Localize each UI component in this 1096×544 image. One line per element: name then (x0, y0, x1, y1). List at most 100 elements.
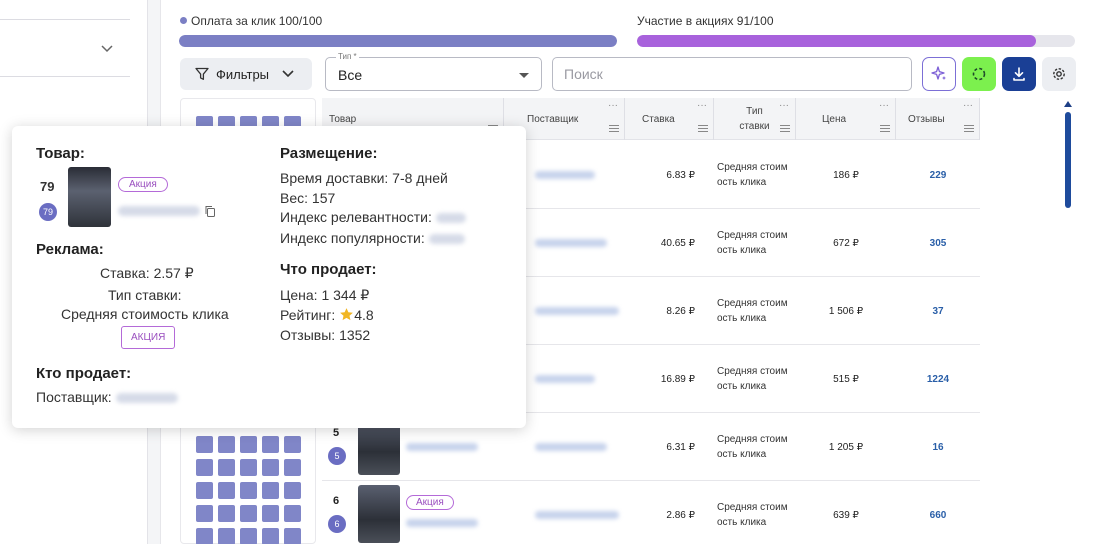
ai-button[interactable] (922, 57, 956, 91)
supplier-row: Поставщик: (36, 389, 178, 405)
relevance-row: Индекс релевантности: (280, 209, 466, 225)
more-icon[interactable]: ··· (608, 100, 618, 111)
col-bid[interactable]: Ставка ··· (625, 98, 714, 140)
col-bid-type-label: Тип ставки (739, 106, 770, 132)
bid-type-cell: Средняя стоим ость клика (717, 230, 788, 256)
grid-tile[interactable] (262, 482, 279, 499)
grid-tile[interactable] (196, 459, 213, 476)
bid-cell: 6.31 ₽ (666, 441, 695, 453)
reviews-link[interactable]: 305 (896, 209, 980, 277)
more-icon[interactable]: ··· (963, 100, 973, 111)
cpc-progress-bar (179, 35, 617, 47)
grid-tile[interactable] (240, 528, 257, 544)
grid-tile[interactable] (284, 505, 301, 522)
price-cell: 639 ₽ (833, 509, 859, 521)
grid-tile[interactable] (262, 436, 279, 453)
supplier-cell[interactable] (527, 209, 625, 277)
grid-tile[interactable] (240, 505, 257, 522)
grid-tile[interactable] (218, 482, 235, 499)
sidebar-divider (0, 19, 130, 20)
grid-tile[interactable] (196, 528, 213, 544)
grid-tile[interactable] (284, 528, 301, 544)
cpc-progress-fill (179, 35, 617, 47)
column-menu-icon[interactable] (609, 125, 619, 134)
supplier-cell[interactable] (527, 481, 625, 544)
reviews-link[interactable]: 229 (896, 141, 980, 209)
product-thumbnail[interactable] (358, 485, 400, 543)
grid-tile[interactable] (284, 459, 301, 476)
reviews-link[interactable]: 660 (896, 481, 980, 544)
column-menu-icon[interactable] (964, 125, 974, 134)
grid-tile[interactable] (196, 482, 213, 499)
chevron-down-icon[interactable] (100, 44, 114, 54)
rating-label: Рейтинг: (280, 307, 336, 323)
grid-tile[interactable] (218, 459, 235, 476)
price-cell: 186 ₽ (833, 169, 859, 181)
supplier-blurred (535, 511, 619, 519)
reviews-link[interactable]: 1224 (896, 345, 980, 413)
position-badge: 79 (39, 203, 57, 221)
col-bid-label: Ставка (642, 113, 675, 125)
grid-tile[interactable] (284, 436, 301, 453)
grid-tile[interactable] (196, 505, 213, 522)
grid-tile[interactable] (218, 528, 235, 544)
bid-type-cell: Средняя стоим ость клика (717, 366, 788, 392)
rating-row: Рейтинг: 4.8 (280, 307, 374, 323)
grid-tile[interactable] (262, 505, 279, 522)
filters-button[interactable]: Фильтры (180, 58, 312, 90)
settings-button[interactable] (1042, 57, 1076, 91)
supplier-cell[interactable] (527, 277, 625, 345)
popularity-row: Индекс популярности: (280, 230, 465, 246)
promo-progress-fill (637, 35, 1036, 47)
col-bid-type[interactable]: Тип ставки ··· (714, 98, 796, 140)
download-button[interactable] (1002, 57, 1036, 91)
column-menu-icon[interactable] (780, 125, 790, 134)
supplier-blurred[interactable] (115, 393, 178, 403)
grid-tile[interactable] (218, 436, 235, 453)
column-menu-icon[interactable] (880, 125, 890, 134)
scrollbar-thumb[interactable] (1065, 112, 1071, 208)
bid-cell: 40.65 ₽ (660, 237, 695, 249)
filter-icon (195, 67, 209, 80)
grid-tile[interactable] (262, 528, 279, 544)
grid-tile[interactable] (262, 459, 279, 476)
supplier-blurred (535, 443, 607, 451)
type-select-value: Все (338, 67, 363, 83)
search-input[interactable] (552, 57, 912, 91)
product-name-blurred[interactable] (118, 206, 200, 216)
col-price[interactable]: Цена ··· (796, 98, 896, 140)
more-icon[interactable]: ··· (779, 100, 789, 111)
grid-tile[interactable] (196, 436, 213, 453)
gear-icon (1053, 68, 1065, 80)
column-menu-icon[interactable] (698, 125, 708, 134)
grid-tile[interactable] (240, 482, 257, 499)
table-row[interactable]: 6 6 Акция 2.86 ₽ Средняя стоим ость клика 639 … (322, 481, 980, 544)
more-icon[interactable]: ··· (879, 100, 889, 111)
type-select[interactable]: Тип * Все (325, 52, 542, 91)
bid-cell: 16.89 ₽ (660, 373, 695, 385)
col-reviews[interactable]: Отзывы ··· (896, 98, 980, 140)
reviews-link[interactable]: 16 (896, 413, 980, 481)
supplier-cell[interactable] (527, 141, 625, 209)
supplier-cell[interactable] (527, 413, 625, 481)
cpc-dot-icon (180, 17, 187, 24)
refresh-button[interactable] (962, 57, 996, 91)
grid-tile[interactable] (240, 436, 257, 453)
more-icon[interactable]: ··· (697, 100, 707, 111)
grid-tile[interactable] (218, 505, 235, 522)
price-cell: 672 ₽ (833, 237, 859, 249)
sidebar-divider (0, 76, 130, 77)
col-price-label: Цена (822, 113, 847, 125)
scroll-up-icon[interactable] (1064, 101, 1072, 107)
reviews-link[interactable]: 37 (896, 277, 980, 345)
copy-icon[interactable] (204, 205, 216, 217)
grid-tile[interactable] (284, 482, 301, 499)
rating-value: 4.8 (354, 307, 374, 323)
position-badge: 6 (328, 515, 346, 533)
product-name[interactable] (406, 489, 496, 544)
grid-tile[interactable] (240, 459, 257, 476)
popularity-blurred (428, 234, 465, 244)
product-thumbnail[interactable] (68, 167, 111, 227)
supplier-cell[interactable] (527, 345, 625, 413)
sells-heading: Что продает: (280, 261, 377, 278)
